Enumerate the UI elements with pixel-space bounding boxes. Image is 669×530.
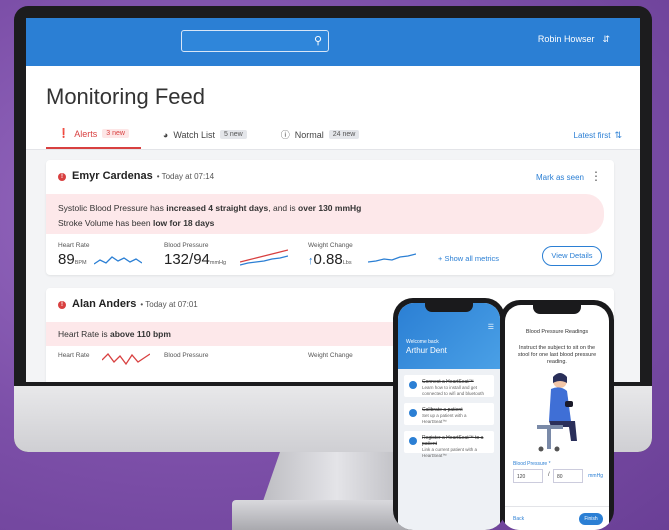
tab-label: Watch List — [173, 129, 216, 140]
list-item[interactable]: Connect a HeartSeat™ Learn how to instal… — [404, 375, 494, 397]
tab-badge: 5 new — [220, 130, 247, 139]
info-icon: ⓘ — [280, 130, 290, 140]
sort-button[interactable]: Latest first ⇅ — [574, 130, 622, 141]
weight-change-sparkline — [368, 253, 416, 263]
patient-name[interactable]: Alan Anders • Today at 07:01 — [72, 298, 198, 310]
sort-label: Latest first — [573, 131, 611, 140]
metric-heart-rate: Heart Rate 89BPM — [58, 242, 90, 268]
metric-heart-rate: Heart Rate — [58, 352, 90, 359]
tab-label: Normal — [294, 129, 324, 140]
tab-bar: ❗ Alerts 3 new ◕ Watch List 5 new ⓘ Norm… — [46, 128, 381, 149]
view-details-button[interactable]: View Details — [542, 246, 602, 266]
phone-notch — [425, 303, 473, 312]
heart-rate-sparkline — [94, 256, 142, 265]
phone-notch — [533, 305, 581, 314]
metrics-row: Heart Rate 89BPM Blood Pressure 132/94mm… — [58, 242, 602, 274]
alert-circle-icon: ❗ — [58, 128, 70, 138]
menu-icon[interactable]: ☰ — [488, 323, 494, 331]
page-header: Monitoring Feed ❗ Alerts 3 new ◕ Watch L… — [26, 66, 640, 150]
metric-blood-pressure: Blood Pressure 132/94mmHg — [164, 242, 227, 268]
screen-title: Blood Pressure Readings — [525, 329, 589, 335]
chevron-updown-icon: ⇵ — [602, 34, 610, 44]
alert-time: • Today at 07:01 — [140, 300, 198, 309]
unit-label: mmHg — [588, 473, 603, 479]
phone-home: ☰ Welcome back Arthur Dent Connect a Hea… — [393, 298, 505, 530]
card-header: ! Emyr Cardenas • Today at 07:14 Mark as … — [46, 160, 614, 194]
phone-header: ☰ Welcome back Arthur Dent — [398, 303, 500, 369]
instruction-text: Instruct the subject to sit on the stool… — [517, 345, 597, 365]
heart-rate-sparkline — [102, 353, 150, 366]
alert-line-1: Systolic Blood Pressure has increased 4 … — [58, 203, 362, 213]
calibrate-icon — [409, 409, 417, 417]
bp-inputs: 120 / 80 mmHg — [513, 469, 603, 483]
tab-badge: 24 new — [328, 130, 360, 139]
search-icon[interactable]: ⚲ — [314, 34, 322, 47]
alert-icon: ! — [58, 173, 66, 181]
phone-screen: ☰ Welcome back Arthur Dent Connect a Hea… — [398, 303, 500, 530]
back-button[interactable]: Back — [513, 516, 524, 522]
tab-badge: 3 new — [102, 129, 129, 138]
patient-name[interactable]: Emyr Cardenas • Today at 07:14 — [72, 170, 214, 182]
tab-label: Alerts — [74, 128, 98, 139]
blood-pressure-sparkline — [240, 249, 288, 266]
alert-time: • Today at 07:14 — [156, 172, 215, 181]
diastolic-input[interactable]: 80 — [553, 469, 583, 483]
systolic-input[interactable]: 120 — [513, 469, 543, 483]
user-menu[interactable]: Robin Howser ⇵ — [538, 34, 610, 45]
phone-screen: Blood Pressure Readings Instruct the sub… — [505, 305, 609, 530]
register-icon — [409, 437, 417, 445]
metric-weight-change: Weight Change ↑0.88Lbs — [308, 242, 353, 268]
show-all-metrics-link[interactable]: + Show all metrics — [438, 254, 499, 263]
list-item[interactable]: Calibrate a patient Set up a patient wit… — [404, 403, 494, 425]
mark-as-seen-button[interactable]: Mark as seen — [536, 173, 584, 182]
user-name: Arthur Dent — [406, 346, 447, 355]
patient-card: ! Emyr Cardenas • Today at 07:14 Mark as … — [46, 160, 614, 275]
wifi-icon — [409, 381, 417, 389]
search-input[interactable]: ⚲ — [181, 30, 329, 52]
page-title: Monitoring Feed — [46, 84, 205, 109]
finish-button[interactable]: Finish — [579, 513, 603, 525]
seated-person-illustration — [537, 373, 577, 452]
tab-watch-list[interactable]: ◕ Watch List 5 new — [151, 128, 259, 149]
top-bar: ⚲ Robin Howser ⇵ — [26, 18, 640, 66]
sort-icon: ⇅ — [614, 130, 622, 140]
metric-weight-change: Weight Change — [308, 352, 353, 359]
welcome-text: Welcome back — [406, 339, 439, 345]
more-options-icon[interactable]: ⋮ — [590, 169, 602, 183]
tab-alerts[interactable]: ❗ Alerts 3 new — [46, 128, 141, 149]
list-item[interactable]: Register a HeartSeat™ to a patient Link … — [404, 431, 494, 458]
bp-field-label: Blood Pressure * — [513, 461, 551, 467]
alert-line-2: Stroke Volume has been low for 18 days — [58, 218, 215, 228]
user-name: Robin Howser — [537, 34, 595, 44]
monitor-stand — [262, 452, 412, 504]
watch-icon: ◕ — [162, 129, 169, 140]
alert-icon: ! — [58, 301, 66, 309]
tab-normal[interactable]: ⓘ Normal 24 new — [269, 128, 372, 149]
phone-bp-reading: Blood Pressure Readings Instruct the sub… — [500, 300, 614, 530]
alert-message: Systolic Blood Pressure has increased 4 … — [46, 194, 604, 234]
metric-blood-pressure: Blood Pressure — [164, 352, 209, 359]
separator: / — [548, 472, 550, 478]
phone-footer: Back Finish — [505, 506, 609, 530]
